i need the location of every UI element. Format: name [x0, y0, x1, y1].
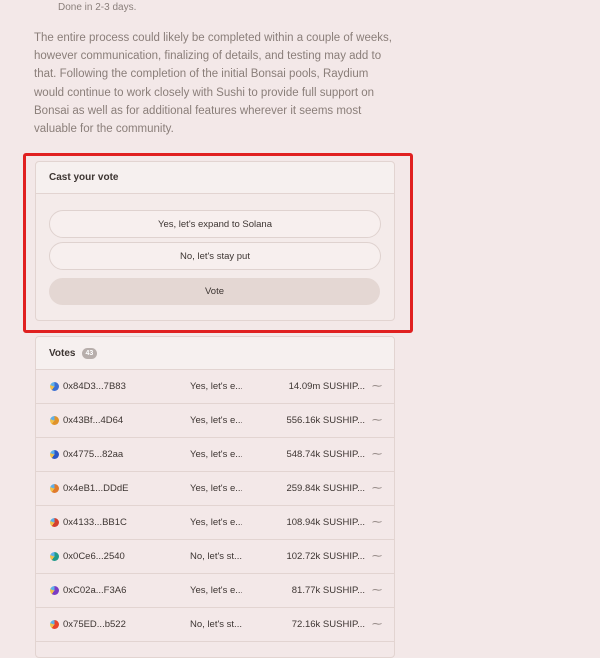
avatar: [50, 382, 59, 391]
vote-button[interactable]: Vote: [49, 278, 380, 305]
proposal-bullet-tail: Done in 2-3 days.: [58, 2, 137, 13]
signature-icon[interactable]: ⁓: [372, 381, 382, 392]
signature-icon[interactable]: ⁓: [372, 449, 382, 460]
cast-vote-card: Cast your vote Yes, let's expand to Sola…: [35, 161, 395, 321]
vote-choice: Yes, let's e...: [190, 415, 242, 426]
avatar: [50, 484, 59, 493]
avatar: [50, 620, 59, 629]
proposal-paragraph: The entire process could likely be compl…: [34, 32, 392, 136]
choice-no-button[interactable]: No, let's stay put: [49, 242, 381, 270]
vote-choice: Yes, let's e...: [190, 517, 242, 528]
votes-card: Votes 43 0x84D3...7B83 Yes, let's e... 14.…: [35, 336, 395, 658]
voting-power: 259.84k SUSHIP...: [286, 483, 365, 494]
avatar: [50, 518, 59, 527]
signature-icon[interactable]: ⁓: [372, 483, 382, 494]
table-row: 0x4eB1...DDdE Yes, let's e... 259.84k SUSH…: [36, 472, 394, 506]
table-row: 0x75ED...b522 No, let's st... 72.16k SUSHI…: [36, 608, 394, 642]
voting-power: 81.77k SUSHIP...: [291, 585, 365, 596]
avatar: [50, 552, 59, 561]
vote-choice: Yes, let's e...: [190, 483, 242, 494]
signature-icon[interactable]: ⁓: [372, 517, 382, 528]
voter-address[interactable]: 0x75ED...b522: [63, 619, 126, 630]
vote-choice: Yes, let's e...: [190, 381, 242, 392]
voting-power: 14.09m SUSHIP...: [288, 381, 365, 392]
voter-address[interactable]: 0x4eB1...DDdE: [63, 483, 128, 494]
signature-icon[interactable]: ⁓: [372, 551, 382, 562]
voter-address[interactable]: 0xC02a...F3A6: [63, 585, 126, 596]
voting-power: 548.74k SUSHIP...: [286, 449, 365, 460]
voter-address[interactable]: 0x43Bf...4D64: [63, 415, 123, 426]
cast-vote-title: Cast your vote: [36, 162, 394, 194]
signature-icon[interactable]: ⁓: [372, 585, 382, 596]
avatar: [50, 416, 59, 425]
voter-address[interactable]: 0x84D3...7B83: [63, 381, 126, 392]
vote-choice: No, let's st...: [190, 619, 242, 630]
voting-power: 102.72k SUSHIP...: [286, 551, 365, 562]
vote-choice: No, let's st...: [190, 551, 242, 562]
voting-power: 72.16k SUSHIP...: [291, 619, 365, 630]
avatar: [50, 586, 59, 595]
signature-icon[interactable]: ⁓: [372, 619, 382, 630]
table-row: 0x0Ce6...2540 No, let's st... 102.72k SUSH…: [36, 540, 394, 574]
table-row: 0xC02a...F3A6 Yes, let's e... 81.77k SUSHI…: [36, 574, 394, 608]
voting-power: 108.94k SUSHIP...: [286, 517, 365, 528]
vote-choice: Yes, let's e...: [190, 449, 242, 460]
table-row: 0x84D3...7B83 Yes, let's e... 14.09m SUSHI…: [36, 370, 394, 404]
choice-yes-button[interactable]: Yes, let's expand to Solana: [49, 210, 381, 238]
voter-address[interactable]: 0x0Ce6...2540: [63, 551, 125, 562]
votes-header: Votes 43: [36, 337, 394, 370]
avatar: [50, 450, 59, 459]
voting-power: 556.16k SUSHIP...: [286, 415, 365, 426]
table-row: 0x43Bf...4D64 Yes, let's e... 556.16k SUSH…: [36, 404, 394, 438]
voter-address[interactable]: 0x4133...BB1C: [63, 517, 127, 528]
votes-title: Votes: [49, 347, 76, 359]
voter-address[interactable]: 0x4775...82aa: [63, 449, 123, 460]
vote-choice: Yes, let's e...: [190, 585, 242, 596]
table-row: 0x4775...82aa Yes, let's e... 548.74k SUSH…: [36, 438, 394, 472]
table-row: 0x4133...BB1C Yes, let's e... 108.94k SUSH…: [36, 506, 394, 540]
signature-icon[interactable]: ⁓: [372, 415, 382, 426]
votes-count-badge: 43: [81, 347, 98, 359]
votes-list: 0x84D3...7B83 Yes, let's e... 14.09m SUSHI…: [36, 370, 394, 642]
